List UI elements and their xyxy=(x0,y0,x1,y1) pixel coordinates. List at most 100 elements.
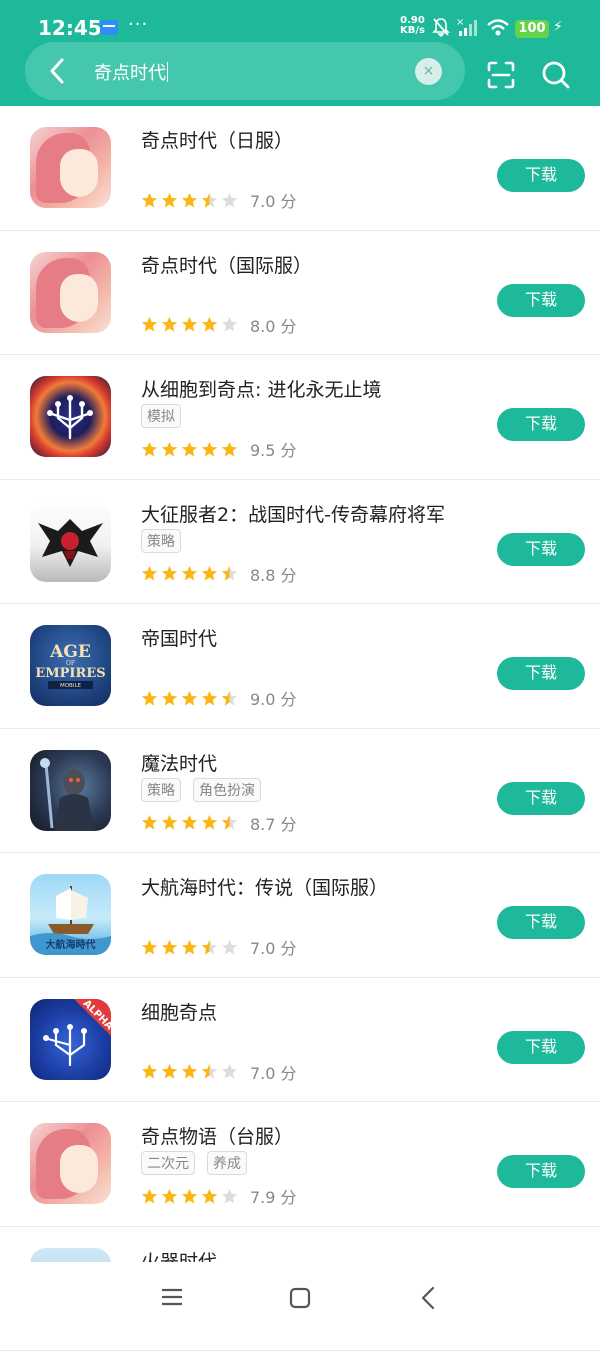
star-full-icon xyxy=(201,690,218,707)
score-value: 9.5 xyxy=(250,441,275,460)
search-input[interactable]: 奇点时代 xyxy=(94,59,168,85)
download-button[interactable]: 下载 xyxy=(497,533,585,566)
search-result-item[interactable]: ALPHA 细胞奇点 7.0 分 下载 xyxy=(0,978,600,1103)
score-value: 7.0 xyxy=(250,939,275,958)
star-half-icon xyxy=(221,690,238,707)
category-tag: 模拟 xyxy=(141,404,181,428)
search-result-item[interactable]: 魔法时代策略角色扮演8.7 分下载 xyxy=(0,729,600,854)
score-unit: 分 xyxy=(281,1064,297,1083)
search-button[interactable] xyxy=(541,59,571,91)
sailing-ship-icon[interactable]: 大航海時代 xyxy=(30,874,111,955)
rating-score: 8.8 分 xyxy=(250,562,297,586)
app-rating: 7.0 分 xyxy=(141,935,297,959)
app-title: 大征服者2：战国时代-传奇幕府将军 xyxy=(141,500,445,527)
category-tag: 二次元 xyxy=(141,1151,195,1175)
star-full-icon xyxy=(141,316,158,333)
star-full-icon xyxy=(181,192,198,209)
star-full-icon xyxy=(221,441,238,458)
search-result-item[interactable]: AGEOFEMPIRESMOBILE帝国时代9.0 分下载 xyxy=(0,604,600,729)
samurai-helmet-icon[interactable] xyxy=(30,501,111,582)
star-full-icon xyxy=(141,1188,158,1205)
scan-button[interactable] xyxy=(486,60,516,90)
wifi-icon xyxy=(486,17,510,37)
app-title: 奇点时代（国际服） xyxy=(141,251,312,278)
rating-score: 8.7 分 xyxy=(250,811,297,835)
star-full-icon xyxy=(181,814,198,831)
star-full-icon xyxy=(161,1063,178,1080)
app-rating: 8.7 分 xyxy=(141,811,297,835)
back-icon[interactable] xyxy=(420,1286,436,1310)
download-button[interactable]: 下载 xyxy=(497,408,585,441)
anime-girl-icon[interactable] xyxy=(30,1123,111,1204)
search-result-item[interactable]: 奇点物语（台服）二次元养成7.9 分下载 xyxy=(0,1102,600,1227)
star-empty-icon xyxy=(221,1063,238,1080)
search-result-item[interactable]: 奇点时代（日服）7.0 分下载 xyxy=(0,106,600,231)
dark-warrior-icon[interactable] xyxy=(30,750,111,831)
status-bar: 12:45 ··· 0.90 KB/s × 100 ⚡ xyxy=(0,0,600,40)
signal-icon: × xyxy=(456,17,480,37)
menu-icon[interactable] xyxy=(161,1287,183,1307)
star-half-icon xyxy=(221,814,238,831)
download-button[interactable]: 下载 xyxy=(497,906,585,939)
search-result-item[interactable]: 大航海時代大航海时代：传说（国际服）7.0 分下载 xyxy=(0,853,600,978)
back-button[interactable] xyxy=(46,57,68,85)
score-value: 7.9 xyxy=(250,1188,275,1207)
star-full-icon xyxy=(141,939,158,956)
download-button[interactable]: 下载 xyxy=(497,657,585,690)
app-rating: 7.0 分 xyxy=(141,188,297,212)
star-empty-icon xyxy=(221,316,238,333)
more-notifications-icon: ··· xyxy=(128,14,148,35)
star-full-icon xyxy=(161,814,178,831)
app-tags: 模拟 xyxy=(141,404,181,428)
star-full-icon xyxy=(201,565,218,582)
app-title: 细胞奇点 xyxy=(141,998,217,1025)
anime-girl-icon[interactable] xyxy=(30,127,111,208)
search-result-item[interactable]: 大征服者2：战国时代-传奇幕府将军策略 8.8 分 下载 xyxy=(0,480,600,605)
clear-search-button[interactable]: × xyxy=(415,58,442,85)
rating-stars xyxy=(141,690,238,707)
star-full-icon xyxy=(161,316,178,333)
network-speed-unit: KB/s xyxy=(400,26,425,36)
rating-stars xyxy=(141,814,238,831)
app-rating: 7.9 分 xyxy=(141,1184,297,1208)
search-result-item[interactable]: 从细胞到奇点: 进化永无止境模拟9.5 分下载 xyxy=(0,355,600,480)
search-result-item[interactable]: 奇点时代（国际服） 8.0 分 下载 xyxy=(0,231,600,356)
cell-alpha-icon[interactable]: ALPHA xyxy=(30,999,111,1080)
score-value: 9.0 xyxy=(250,690,275,709)
download-button[interactable]: 下载 xyxy=(497,1155,585,1188)
score-unit: 分 xyxy=(281,566,297,585)
score-unit: 分 xyxy=(281,815,297,834)
anime-girl-icon[interactable] xyxy=(30,252,111,333)
rating-stars xyxy=(141,1188,238,1205)
score-value: 7.0 xyxy=(250,192,275,211)
rating-score: 7.0 分 xyxy=(250,1060,297,1084)
star-half-icon xyxy=(221,565,238,582)
rating-score: 9.5 分 xyxy=(250,437,297,461)
app-tags: 二次元养成 xyxy=(141,1151,247,1175)
rating-stars xyxy=(141,939,238,956)
score-value: 8.7 xyxy=(250,815,275,834)
category-tag: 角色扮演 xyxy=(193,778,261,802)
age-of-empires-icon[interactable]: AGEOFEMPIRESMOBILE xyxy=(30,625,111,706)
download-button[interactable]: 下载 xyxy=(497,159,585,192)
category-tag: 养成 xyxy=(207,1151,247,1175)
star-full-icon xyxy=(141,690,158,707)
download-button[interactable]: 下载 xyxy=(497,782,585,815)
score-unit: 分 xyxy=(281,939,297,958)
home-icon[interactable] xyxy=(289,1287,311,1309)
star-full-icon xyxy=(201,441,218,458)
app-rating: 8.0 分 xyxy=(141,313,297,337)
svg-text:AGE: AGE xyxy=(49,642,91,662)
star-full-icon xyxy=(181,316,198,333)
rating-stars xyxy=(141,565,238,582)
svg-text:×: × xyxy=(456,17,464,28)
star-full-icon xyxy=(161,690,178,707)
svg-text:EMPIRES: EMPIRES xyxy=(35,666,105,681)
download-button[interactable]: 下载 xyxy=(497,284,585,317)
search-bar xyxy=(25,42,465,100)
cell-tree-icon[interactable] xyxy=(30,376,111,457)
rating-score: 8.0 分 xyxy=(250,313,297,337)
star-full-icon xyxy=(141,1063,158,1080)
app-tags: 策略 xyxy=(141,529,181,553)
download-button[interactable]: 下载 xyxy=(497,1031,585,1064)
